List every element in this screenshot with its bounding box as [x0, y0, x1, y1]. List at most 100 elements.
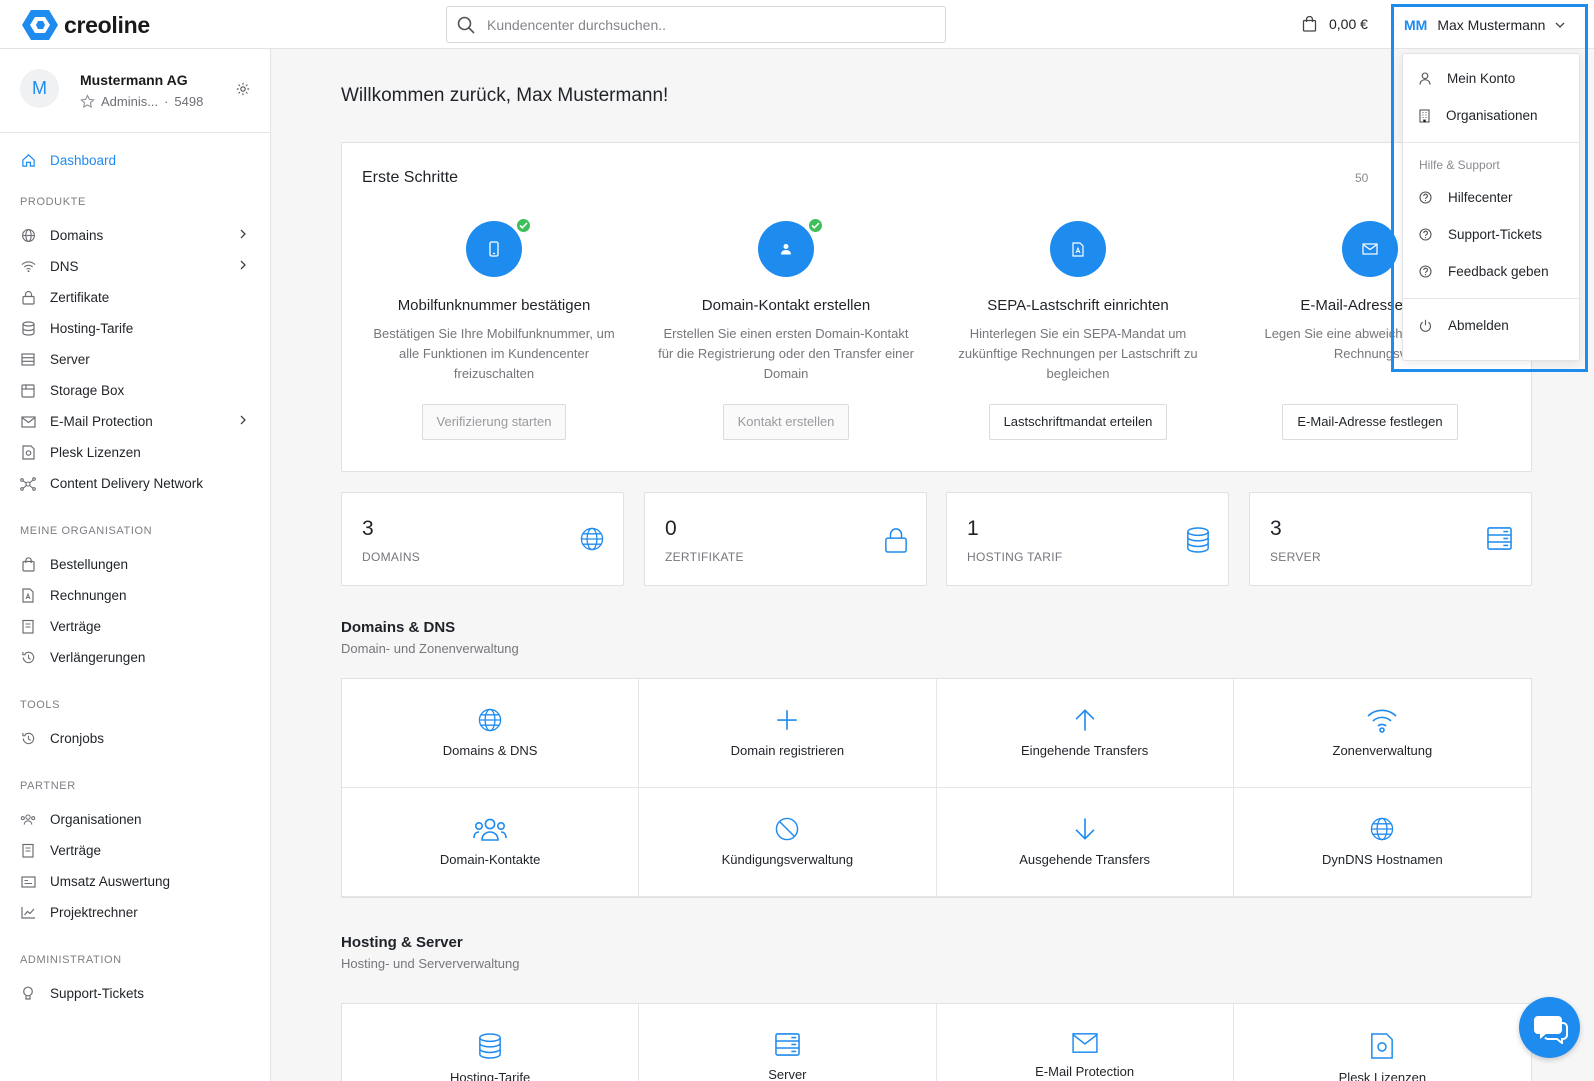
menu-item-abmelden[interactable]: Abmelden: [1403, 307, 1579, 344]
sidebar-item-verlaengerungen[interactable]: Verlängerungen: [0, 642, 270, 673]
chat-bubbles-icon: [1533, 1015, 1568, 1044]
step-mobile: Mobilfunknummer bestätigen Bestätigen Si…: [348, 217, 640, 440]
wifi-icon: [1367, 709, 1397, 733]
sidebar-item-umsatz-auswertung[interactable]: Umsatz Auswertung: [0, 866, 270, 897]
sidebar-item-bestellungen[interactable]: Bestellungen: [0, 549, 270, 580]
user-menu-button[interactable]: MM Max Mustermann: [1392, 8, 1575, 42]
gear-icon[interactable]: [236, 82, 250, 96]
search-bar[interactable]: [446, 6, 946, 43]
plus-icon: [777, 710, 798, 730]
sidebar-section-produkte: PRODUKTE: [20, 196, 86, 208]
sidebar-section-administration: ADMINISTRATION: [20, 954, 122, 966]
star-icon[interactable]: [80, 94, 95, 109]
creoline-logo-icon: [22, 10, 58, 40]
menu-item-mein-konto[interactable]: Mein Konto: [1403, 60, 1579, 97]
tile-label: Zonenverwaltung: [1332, 743, 1433, 758]
sidebar-item-support-tickets[interactable]: Support-Tickets: [0, 978, 270, 1009]
menu-item-feedback[interactable]: Feedback geben: [1403, 253, 1579, 290]
sidebar-item-vertraege[interactable]: Verträge: [0, 611, 270, 642]
sidebar-item-partner-vertraege[interactable]: Verträge: [0, 835, 270, 866]
menu-item-organisationen[interactable]: Organisationen: [1403, 97, 1579, 134]
chat-button[interactable]: [1519, 997, 1580, 1058]
sidebar-item-server[interactable]: Server: [0, 344, 270, 375]
tile-label: Domains & DNS: [442, 743, 538, 758]
search-input[interactable]: [487, 16, 907, 33]
users-icon: [20, 812, 36, 828]
pdf-icon: [20, 588, 36, 604]
cart-button[interactable]: 0,00 €: [1302, 16, 1368, 32]
mail-icon: [20, 414, 36, 430]
tile-label: DynDNS Hostnamen: [1322, 852, 1443, 867]
stat-card-zertifikate[interactable]: 0 ZERTIFIKATE: [644, 492, 927, 586]
step-title: SEPA-Lastschrift einrichten: [987, 297, 1169, 314]
chart-line-icon: [20, 905, 36, 921]
sidebar-item-plesk-lizenzen[interactable]: Plesk Lizenzen: [0, 437, 270, 468]
org-avatar[interactable]: M: [20, 69, 59, 108]
tile-domains-dns[interactable]: Domains & DNS: [342, 679, 640, 788]
tile-label: Domain registrieren: [730, 743, 845, 758]
menu-item-support-tickets[interactable]: Support-Tickets: [1403, 216, 1579, 253]
sidebar-item-cdn[interactable]: Content Delivery Network: [0, 468, 270, 499]
sidebar-item-organisationen[interactable]: Organisationen: [0, 804, 270, 835]
org-role: Adminis...: [101, 94, 159, 109]
section-subtitle-domains: Domain- und Zonenverwaltung: [341, 641, 519, 656]
tile-domain-registrieren[interactable]: Domain registrieren: [639, 679, 937, 788]
step-circle: [1342, 221, 1398, 277]
stat-card-domains[interactable]: 3 DOMAINS: [341, 492, 624, 586]
sidebar-item-hosting-tarife[interactable]: Hosting-Tarife: [0, 313, 270, 344]
sidebar-item-dashboard[interactable]: Dashboard: [0, 145, 270, 176]
arrow-up-icon: [1075, 709, 1095, 731]
globe-icon: [580, 527, 604, 551]
brand-logo[interactable]: creoline: [22, 9, 150, 41]
tile-server[interactable]: Server: [639, 1004, 937, 1081]
sidebar-item-domains[interactable]: Domains: [0, 220, 270, 251]
tile-plesk-lizenzen[interactable]: Plesk Lizenzen: [1234, 1004, 1531, 1081]
tile-zonenverwaltung[interactable]: Zonenverwaltung: [1233, 679, 1531, 788]
tile-label: Plesk Lizenzen: [1338, 1070, 1427, 1081]
contract-icon: [20, 843, 36, 859]
certificate-icon: [20, 445, 36, 461]
tile-dyndns-hostnamen[interactable]: DynDNS Hostnamen: [1233, 788, 1531, 897]
cart-amount: 0,00 €: [1329, 16, 1368, 32]
tile-ausgehende-transfers[interactable]: Ausgehende Transfers: [936, 788, 1234, 897]
user-name: Max Mustermann: [1437, 17, 1546, 33]
verify-start-button[interactable]: Verifizierung starten: [421, 404, 567, 440]
wifi-icon: [20, 259, 36, 275]
stat-card-server[interactable]: 3 SERVER: [1249, 492, 1532, 586]
pdf-icon: [1072, 241, 1084, 257]
create-contact-button[interactable]: Kontakt erstellen: [722, 404, 850, 440]
tile-kuendigungsverwaltung[interactable]: Kündigungsverwaltung: [639, 788, 937, 897]
stat-card-hosting[interactable]: 1 HOSTING TARIF: [946, 492, 1229, 586]
help-circle-icon: [1419, 265, 1432, 278]
menu-divider: [1403, 298, 1579, 299]
sidebar-item-zertifikate[interactable]: Zertifikate: [0, 282, 270, 313]
sepa-mandate-button[interactable]: Lastschriftmandat erteilen: [988, 404, 1168, 440]
stat-value: 3: [362, 517, 374, 540]
tile-domain-kontakte[interactable]: Domain-Kontakte: [342, 788, 640, 897]
stat-label: HOSTING TARIF: [967, 550, 1063, 564]
first-steps-title: Erste Schritte: [362, 169, 459, 186]
chevron-down-icon: [1556, 22, 1565, 28]
sidebar-item-storage-box[interactable]: Storage Box: [0, 375, 270, 406]
lock-icon: [20, 290, 36, 306]
sidebar-item-cronjobs[interactable]: Cronjobs: [0, 723, 270, 754]
tile-hosting-tarife[interactable]: Hosting-Tarife: [342, 1004, 640, 1081]
tile-label: Kündigungsverwaltung: [721, 852, 854, 867]
sidebar-item-rechnungen[interactable]: Rechnungen: [0, 580, 270, 611]
menu-section-help: Hilfe & Support: [1419, 158, 1500, 172]
tile-eingehende-transfers[interactable]: Eingehende Transfers: [936, 679, 1234, 788]
sidebar-item-label: Cronjobs: [50, 731, 105, 746]
sidebar-item-email-protection[interactable]: E-Mail Protection: [0, 406, 270, 437]
menu-divider: [1403, 142, 1579, 143]
menu-item-hilfecenter[interactable]: Hilfecenter: [1403, 179, 1579, 216]
sidebar-item-dns[interactable]: DNS: [0, 251, 270, 282]
set-email-button[interactable]: E-Mail-Adresse festlegen: [1282, 404, 1458, 440]
tile-label: Hosting-Tarife: [450, 1070, 531, 1081]
tile-email-protection[interactable]: E-Mail Protection: [937, 1004, 1234, 1081]
globe-icon: [20, 228, 36, 244]
page-title: Willkommen zurück, Max Mustermann!: [341, 85, 669, 106]
menu-item-label: Organisationen: [1446, 108, 1538, 123]
sidebar-item-projektrechner[interactable]: Projektrechner: [0, 897, 270, 928]
lock-icon: [885, 528, 907, 553]
main-content: Willkommen zurück, Max Mustermann! Erste…: [271, 49, 1594, 1081]
